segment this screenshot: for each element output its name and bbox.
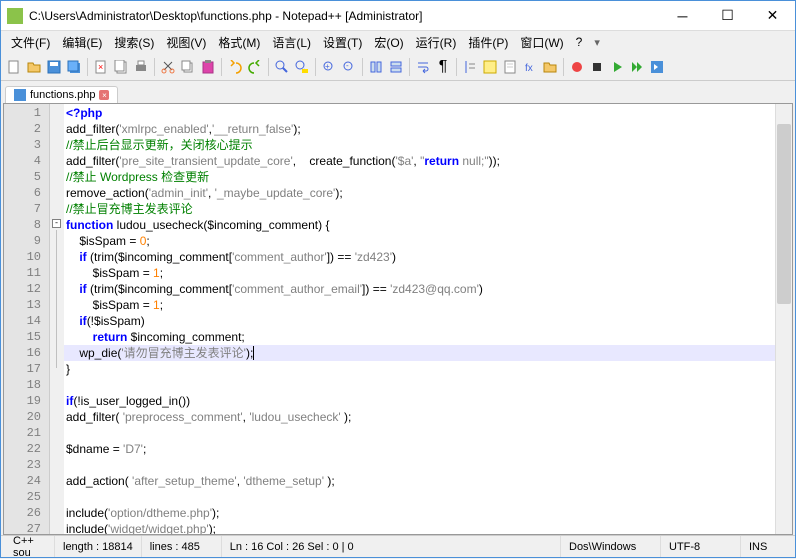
scrollbar-thumb[interactable]	[777, 124, 791, 304]
save-all-icon[interactable]	[65, 58, 83, 76]
show-all-chars-icon[interactable]: ¶	[434, 58, 452, 76]
tab-label: functions.php	[30, 89, 95, 101]
menu-view[interactable]: 视图(V)	[160, 32, 212, 53]
paste-icon[interactable]	[199, 58, 217, 76]
svg-text:+: +	[325, 62, 330, 71]
copy-icon[interactable]	[179, 58, 197, 76]
find-icon[interactable]	[273, 58, 291, 76]
fold-toggle[interactable]: -	[52, 219, 61, 228]
menu-help[interactable]: ?	[570, 33, 589, 51]
save-icon[interactable]	[45, 58, 63, 76]
play-macro-icon[interactable]	[608, 58, 626, 76]
file-icon	[14, 89, 26, 101]
app-icon	[7, 8, 23, 24]
zoom-in-icon[interactable]: +	[320, 58, 338, 76]
indent-guide-icon[interactable]	[461, 58, 479, 76]
editor-area: 1234567891011121314151617181920212223242…	[3, 103, 793, 535]
toolbar: × + - ¶ fx	[1, 53, 795, 81]
status-position: Ln : 16 Col : 26 Sel : 0 | 0	[222, 536, 561, 557]
sync-scroll-v-icon[interactable]	[367, 58, 385, 76]
close-file-icon[interactable]: ×	[92, 58, 110, 76]
status-length: length : 18814	[55, 536, 142, 557]
window-title: C:\Users\Administrator\Desktop\functions…	[29, 9, 660, 23]
wordwrap-icon[interactable]	[414, 58, 432, 76]
undo-icon[interactable]	[226, 58, 244, 76]
menu-search[interactable]: 搜索(S)	[108, 32, 160, 53]
sync-scroll-h-icon[interactable]	[387, 58, 405, 76]
svg-text:-: -	[346, 61, 349, 70]
new-file-icon[interactable]	[5, 58, 23, 76]
save-macro-icon[interactable]	[648, 58, 666, 76]
minimize-button[interactable]: ─	[660, 1, 705, 30]
status-lines: lines : 485	[142, 536, 222, 557]
status-bar: C++ sou length : 18814 lines : 485 Ln : …	[1, 535, 795, 557]
redo-icon[interactable]	[246, 58, 264, 76]
close-tab-icon[interactable]: ×	[99, 90, 109, 100]
lang-icon[interactable]	[481, 58, 499, 76]
status-encoding: UTF-8	[661, 536, 741, 557]
vertical-scrollbar[interactable]	[775, 104, 792, 534]
menu-plugins[interactable]: 插件(P)	[462, 32, 514, 53]
menu-format[interactable]: 格式(M)	[212, 32, 266, 53]
dropdown-icon[interactable]: ▾	[594, 36, 600, 49]
open-file-icon[interactable]	[25, 58, 43, 76]
status-eol: Dos\Windows	[561, 536, 661, 557]
cut-icon[interactable]	[159, 58, 177, 76]
svg-text:×: ×	[98, 62, 103, 72]
title-bar: C:\Users\Administrator\Desktop\functions…	[1, 1, 795, 31]
record-macro-icon[interactable]	[568, 58, 586, 76]
menu-file[interactable]: 文件(F)	[5, 32, 56, 53]
menu-window[interactable]: 窗口(W)	[514, 32, 569, 53]
svg-text:fx: fx	[525, 63, 533, 74]
stop-macro-icon[interactable]	[588, 58, 606, 76]
tab-functions[interactable]: functions.php ×	[5, 86, 118, 103]
line-number-gutter: 1234567891011121314151617181920212223242…	[4, 104, 50, 534]
print-icon[interactable]	[132, 58, 150, 76]
fold-line	[56, 230, 57, 368]
menu-run[interactable]: 运行(R)	[410, 32, 463, 53]
replace-icon[interactable]	[293, 58, 311, 76]
menu-macro[interactable]: 宏(O)	[368, 32, 409, 53]
close-button[interactable]: ✕	[750, 1, 795, 30]
menu-edit[interactable]: 编辑(E)	[56, 32, 108, 53]
fold-column: -	[50, 104, 64, 534]
doc-map-icon[interactable]	[501, 58, 519, 76]
menu-bar: 文件(F) 编辑(E) 搜索(S) 视图(V) 格式(M) 语言(L) 设置(T…	[1, 31, 795, 53]
zoom-out-icon[interactable]: -	[340, 58, 358, 76]
play-multi-icon[interactable]	[628, 58, 646, 76]
folder-icon[interactable]	[541, 58, 559, 76]
menu-settings[interactable]: 设置(T)	[317, 32, 368, 53]
func-list-icon[interactable]: fx	[521, 58, 539, 76]
status-lang: C++ sou	[5, 536, 55, 557]
maximize-button[interactable]: ☐	[705, 1, 750, 30]
tab-bar: functions.php ×	[1, 81, 795, 103]
close-all-icon[interactable]	[112, 58, 130, 76]
status-mode: INS	[741, 536, 791, 557]
code-area[interactable]: <?phpadd_filter('xmlrpc_enabled','__retu…	[64, 104, 775, 534]
menu-language[interactable]: 语言(L)	[266, 32, 317, 53]
